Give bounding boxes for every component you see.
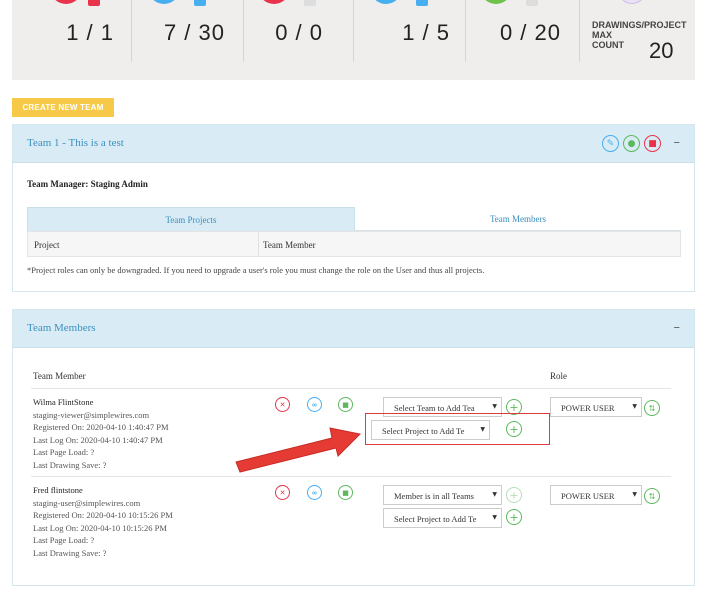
stat-icon bbox=[480, 0, 512, 4]
tab-team-projects[interactable]: Team Projects bbox=[27, 207, 355, 231]
team-tabs: Team Projects Team Members bbox=[27, 207, 681, 231]
stat-card-1: 1 / 1 bbox=[30, 0, 114, 66]
stat-indicator bbox=[194, 0, 206, 6]
chevron-down-icon: ▼ bbox=[492, 403, 497, 410]
stat-icon bbox=[258, 0, 290, 4]
divider bbox=[131, 0, 132, 62]
stat-indicator bbox=[304, 0, 316, 6]
member-last-drawing-save: Last Drawing Save: ? bbox=[33, 459, 107, 470]
role-select-value: POWER USER bbox=[561, 403, 615, 413]
stat-indicator bbox=[526, 0, 538, 6]
divider bbox=[353, 0, 354, 62]
team-select[interactable]: Member is in all Teams ▼ bbox=[383, 485, 502, 505]
team-select-value: Member is in all Teams bbox=[394, 491, 474, 501]
stat-value: 7 / 30 bbox=[163, 20, 225, 45]
divider bbox=[243, 0, 244, 62]
member-email: staging-viewer@simplewires.com bbox=[33, 409, 150, 420]
chevron-down-icon: ▼ bbox=[632, 403, 637, 410]
member-name: Fred flintstone bbox=[33, 485, 83, 495]
members-title: Team Members bbox=[27, 322, 96, 334]
stat-value: 0 / 0 bbox=[275, 20, 323, 45]
member-registered: Registered On: 2020-04-10 1:40:47 PM bbox=[33, 422, 169, 432]
member-last-page-load: Last Page Load: ? bbox=[33, 447, 95, 457]
team-select-value: Select Team to Add Tea bbox=[394, 403, 475, 413]
stat-icon bbox=[618, 0, 646, 4]
add-project-button[interactable]: + bbox=[506, 509, 522, 525]
role-select-value: POWER USER bbox=[561, 491, 615, 501]
team-title: Team 1 - This is a test bbox=[27, 137, 124, 149]
edit-icon[interactable]: ✎ bbox=[602, 135, 619, 152]
column-team-member: Team Member bbox=[263, 240, 316, 250]
stat-value: 0 / 20 bbox=[499, 20, 561, 45]
stats-bar: 1 / 1 7 / 30 0 / 0 1 / 5 0 / 20 DRAWINGS… bbox=[12, 0, 695, 80]
divider bbox=[31, 476, 671, 477]
column-project: Project bbox=[34, 240, 60, 250]
team-panel-header[interactable]: Team 1 - This is a test ✎ ● ■ – bbox=[13, 125, 694, 163]
stat-value: 1 / 1 bbox=[66, 20, 114, 45]
impersonate-icon[interactable]: ∞ bbox=[307, 485, 322, 500]
tab-team-members[interactable]: Team Members bbox=[355, 207, 681, 231]
stat-card-3: 0 / 0 bbox=[252, 0, 323, 66]
collapse-icon[interactable]: – bbox=[674, 320, 681, 335]
team-manager: Team Manager: Staging Admin bbox=[27, 179, 148, 189]
remove-user-icon[interactable]: ✕ bbox=[275, 485, 290, 500]
member-registered: Registered On: 2020-04-10 10:15:26 PM bbox=[33, 510, 173, 520]
swap-icon[interactable]: ⇅ bbox=[644, 488, 660, 504]
remove-user-icon[interactable]: ✕ bbox=[275, 397, 290, 412]
highlight-box bbox=[365, 413, 550, 445]
member-email: staging-user@simplewires.com bbox=[33, 497, 141, 508]
stat-icon bbox=[50, 0, 82, 4]
divider bbox=[465, 0, 466, 62]
member-last-logon: Last Log On: 2020-04-10 1:40:47 PM bbox=[33, 434, 163, 445]
stat-card-5: 0 / 20 bbox=[474, 0, 561, 66]
stat-card-drawings: DRAWINGS/PROJECT MAX COUNT 20 bbox=[592, 0, 692, 66]
collapse-icon[interactable]: – bbox=[674, 135, 681, 150]
stat-icon bbox=[370, 0, 402, 4]
project-select-value: Select Project to Add Te bbox=[394, 514, 477, 524]
stat-value: 20 bbox=[649, 38, 674, 63]
team-panel: Team 1 - This is a test ✎ ● ■ – Team Man… bbox=[12, 124, 695, 292]
member-row: Fred flintstone staging-user@simplewires… bbox=[33, 484, 173, 559]
column-team-member: Team Member bbox=[33, 371, 86, 381]
divider bbox=[579, 0, 580, 62]
role-select[interactable]: POWER USER ▼ bbox=[550, 397, 642, 417]
divider bbox=[31, 388, 671, 389]
chevron-down-icon: ▼ bbox=[632, 491, 637, 498]
project-select[interactable]: Select Project to Add Te ▼ bbox=[383, 508, 502, 528]
roles-note: *Project roles can only be downgraded. I… bbox=[27, 265, 485, 275]
lock-icon[interactable]: ■ bbox=[338, 397, 353, 412]
stat-card-4: 1 / 5 bbox=[364, 0, 450, 66]
user-icon[interactable]: ● bbox=[623, 135, 640, 152]
role-select[interactable]: POWER USER ▼ bbox=[550, 485, 642, 505]
lock-icon[interactable]: ■ bbox=[338, 485, 353, 500]
arrow-annotation bbox=[235, 427, 362, 473]
stat-indicator bbox=[88, 0, 100, 6]
chevron-down-icon: ▼ bbox=[492, 514, 497, 521]
member-row: Wilma FlintStone staging-viewer@simplewi… bbox=[33, 396, 169, 471]
members-panel-header[interactable]: Team Members – bbox=[13, 310, 694, 348]
chevron-down-icon: ▼ bbox=[492, 491, 497, 498]
projects-table-header: Project Team Member bbox=[27, 231, 681, 257]
swap-icon[interactable]: ⇅ bbox=[644, 400, 660, 416]
divider bbox=[258, 232, 259, 256]
add-team-button[interactable]: + bbox=[506, 487, 522, 503]
column-role: Role bbox=[550, 371, 567, 381]
member-last-page-load: Last Page Load: ? bbox=[33, 535, 95, 545]
member-last-drawing-save: Last Drawing Save: ? bbox=[33, 547, 107, 558]
member-name: Wilma FlintStone bbox=[33, 397, 94, 407]
stat-value: 1 / 5 bbox=[402, 20, 450, 45]
trash-icon[interactable]: ■ bbox=[644, 135, 661, 152]
stat-icon bbox=[148, 0, 180, 4]
stat-indicator bbox=[416, 0, 428, 6]
create-new-team-button[interactable]: CREATE NEW TEAM bbox=[12, 98, 114, 117]
stat-card-2: 7 / 30 bbox=[142, 0, 225, 66]
member-last-logon: Last Log On: 2020-04-10 10:15:26 PM bbox=[33, 522, 167, 533]
impersonate-icon[interactable]: ∞ bbox=[307, 397, 322, 412]
